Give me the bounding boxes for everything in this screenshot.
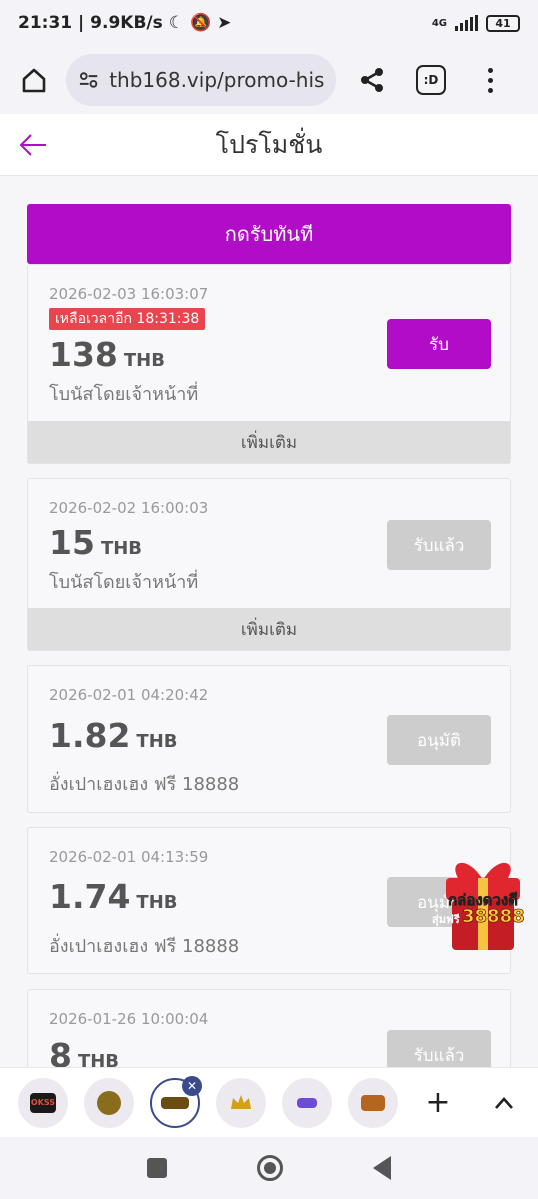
currency-label: THB bbox=[77, 1051, 120, 1067]
promo-description: อั่งเปาเฮงเฮง ฟรี 18888 bbox=[49, 774, 240, 795]
claimed-button[interactable]: รับแล้ว bbox=[387, 520, 491, 570]
countdown-badge: เหลือเวลาอีก 18:31:38 bbox=[49, 308, 206, 330]
battery-level: 41 bbox=[495, 16, 511, 30]
add-tab-icon[interactable]: + bbox=[418, 1083, 458, 1123]
promo-card: 2026-01-26 10:00:04 8 THB รับแล้ว bbox=[27, 989, 511, 1067]
share-button[interactable] bbox=[350, 58, 394, 102]
currency-label: THB bbox=[136, 731, 178, 752]
address-bar[interactable]: thb168.vip/promo-hist bbox=[66, 54, 336, 106]
currency-label: THB bbox=[100, 538, 142, 559]
browser-toolbar: thb168.vip/promo-hist :D bbox=[0, 46, 538, 114]
page-title: โปรโมชั่น bbox=[215, 129, 323, 159]
promo-date: 2026-02-03 16:03:07 bbox=[49, 285, 209, 303]
amount-value: 8 bbox=[49, 1036, 72, 1067]
promo-date: 2026-02-01 04:13:59 bbox=[49, 848, 209, 866]
currency-label: THB bbox=[136, 892, 178, 913]
dot bbox=[487, 87, 493, 93]
share-icon bbox=[361, 68, 383, 92]
home-button[interactable] bbox=[14, 60, 54, 100]
more-button[interactable]: เพิ่มเติม bbox=[28, 421, 510, 463]
site-favicon bbox=[297, 1097, 317, 1108]
promo-date: 2026-01-26 10:00:04 bbox=[49, 1010, 209, 1028]
browser-menu-button[interactable] bbox=[480, 58, 500, 102]
amount-value: 138 bbox=[49, 335, 118, 374]
mute-icon: 🔕 bbox=[189, 13, 212, 33]
home-icon bbox=[22, 68, 46, 93]
promo-description: โบนัสโดยเจ้าหน้าที่ bbox=[49, 384, 199, 405]
claim-all-button[interactable]: กดรับทันที bbox=[27, 204, 511, 264]
tab-thumbnail[interactable]: OKSS bbox=[18, 1077, 68, 1128]
page-header: โปรโมชั่น bbox=[0, 114, 538, 176]
amount-value: 15 bbox=[49, 523, 95, 562]
tab-thumbnail-active[interactable]: ✕ bbox=[150, 1075, 202, 1128]
status-bar: 21:31 | 9.9KB/s ☾ 🔕 ➤ 4G 41 bbox=[0, 0, 538, 46]
moon-icon: ☾ bbox=[168, 13, 184, 33]
amount-value: 1.82 bbox=[49, 716, 131, 755]
promo-card: 2026-02-01 04:20:42 1.82 THB อั่งเปาเฮงเฮ… bbox=[27, 665, 511, 813]
site-favicon bbox=[97, 1090, 121, 1115]
promo-amount: 1.74 THB bbox=[49, 877, 177, 916]
site-favicon bbox=[161, 1096, 189, 1109]
tab-thumbnail[interactable] bbox=[84, 1077, 134, 1128]
tab-thumbnail[interactable] bbox=[216, 1077, 266, 1128]
back-arrow-icon[interactable] bbox=[18, 130, 48, 160]
promo-date: 2026-02-02 16:00:03 bbox=[49, 499, 209, 517]
promo-amount: 138 THB bbox=[49, 335, 165, 374]
home-circle-icon[interactable] bbox=[257, 1155, 283, 1181]
site-favicon bbox=[361, 1094, 385, 1111]
currency-label: THB bbox=[123, 350, 165, 371]
promo-amount: 15 THB bbox=[49, 523, 142, 562]
system-nav-bar bbox=[0, 1137, 538, 1199]
close-tab-icon[interactable]: ✕ bbox=[182, 1075, 202, 1096]
url-text[interactable]: thb168.vip/promo-hist bbox=[109, 68, 324, 92]
network-label: 4G bbox=[431, 17, 447, 29]
recents-icon[interactable] bbox=[147, 1158, 167, 1178]
back-triangle-icon[interactable] bbox=[373, 1156, 391, 1180]
more-button[interactable]: เพิ่มเติม bbox=[28, 608, 510, 650]
tab-switcher-label: :D bbox=[423, 73, 439, 87]
dot bbox=[487, 77, 493, 83]
tab-thumbnail[interactable] bbox=[282, 1077, 332, 1128]
amount-value: 1.74 bbox=[49, 877, 131, 916]
promo-card: 2026-02-03 16:03:07 เหลือเวลาอีก 18:31:3… bbox=[27, 264, 511, 464]
claim-button[interactable]: รับ bbox=[387, 319, 491, 369]
tab-thumbnail[interactable] bbox=[348, 1077, 398, 1128]
browser-tab-strip: OKSS ✕ + bbox=[0, 1067, 538, 1137]
promo-number: 38888 bbox=[462, 906, 525, 928]
status-time: 21:31 | 9.9KB/s bbox=[18, 13, 163, 33]
tab-switcher-button[interactable]: :D bbox=[416, 65, 446, 95]
promo-amount: 8 THB bbox=[49, 1036, 119, 1067]
floating-giftbox-promo[interactable]: กล่องดวงดี สุ่มฟรี 38888 bbox=[428, 850, 538, 960]
signal-icon bbox=[455, 15, 478, 31]
telegram-icon: ➤ bbox=[217, 13, 232, 33]
crown-icon bbox=[231, 1094, 251, 1109]
promo-amount: 1.82 THB bbox=[49, 716, 177, 755]
site-settings-icon[interactable] bbox=[78, 69, 99, 91]
site-favicon: OKSS bbox=[30, 1092, 56, 1113]
claimed-button[interactable]: รับแล้ว bbox=[387, 1030, 491, 1067]
promo-line2: สุ่มฟรี bbox=[432, 913, 460, 926]
promo-description: โบนัสโดยเจ้าหน้าที่ bbox=[49, 572, 199, 593]
dot bbox=[487, 67, 493, 73]
promo-card: 2026-02-02 16:00:03 15 THB โบนัสโดยเจ้าหน… bbox=[27, 478, 511, 651]
promo-date: 2026-02-01 04:20:42 bbox=[49, 686, 209, 704]
promo-description: อั่งเปาเฮงเฮง ฟรี 18888 bbox=[49, 936, 240, 957]
chevron-up-icon[interactable] bbox=[484, 1083, 524, 1123]
approved-button[interactable]: อนุมัติ bbox=[387, 715, 491, 765]
battery-icon: 41 bbox=[486, 14, 520, 32]
